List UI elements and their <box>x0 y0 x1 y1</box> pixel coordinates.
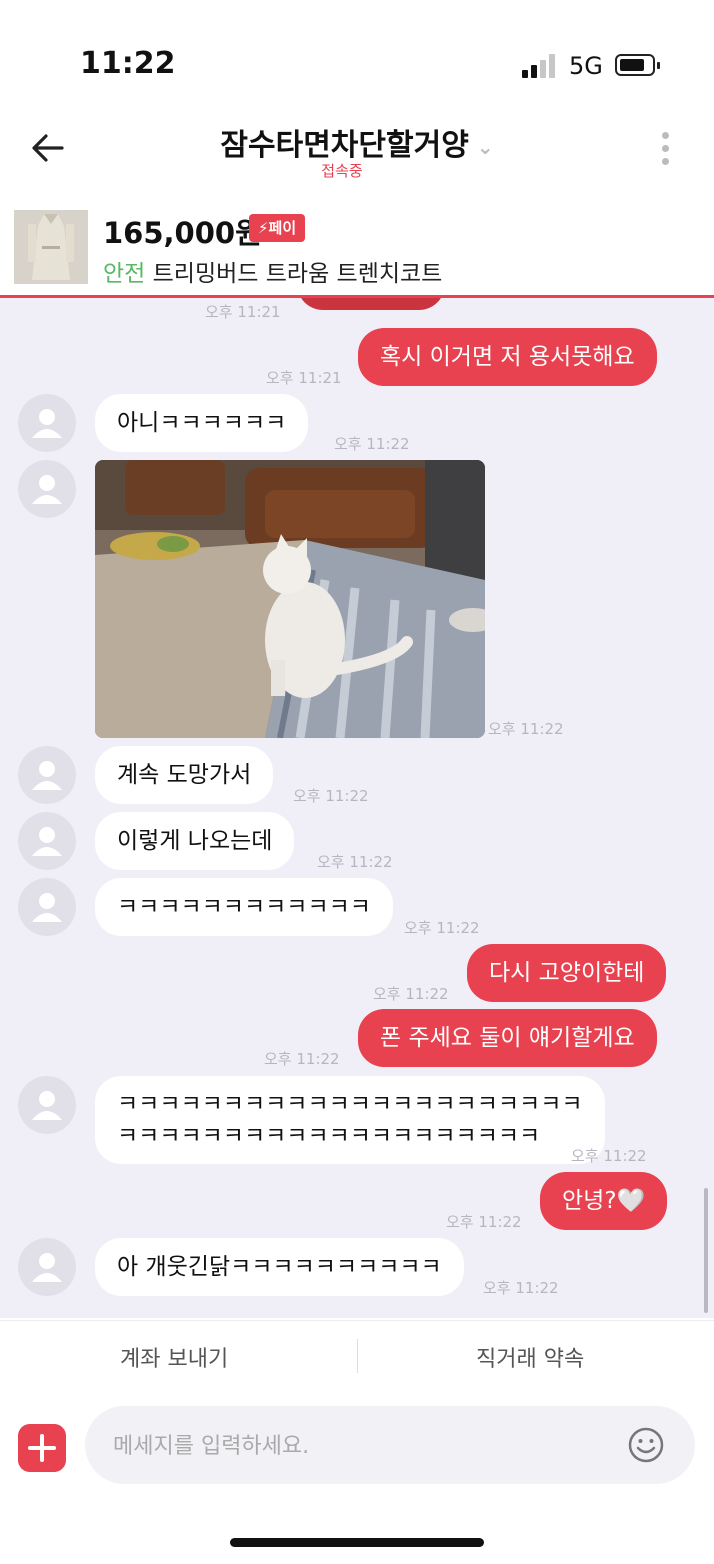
message-input-bar <box>0 1390 714 1564</box>
scrollbar[interactable] <box>704 1188 708 1313</box>
message-input[interactable] <box>111 1423 595 1469</box>
chat-area[interactable]: 오후 11:21 혹시 이거면 저 용서못해요 오후 11:21 아니ㅋㅋㅋㅋㅋ… <box>0 298 714 1318</box>
chat-title-container[interactable]: 잠수타면차단할거양 ⌄ <box>0 120 714 164</box>
message-time: 오후 11:22 <box>264 1050 340 1068</box>
message-bubble-sent: 혹시 이거면 저 용서못해요 <box>358 328 657 386</box>
status-bar: 11:22 5G <box>0 0 714 110</box>
message-time: 오후 11:22 <box>293 787 369 805</box>
battery-icon <box>615 54 660 76</box>
product-name: 트리밍버드 트라움 트렌치코트 <box>152 261 443 287</box>
message-bubble-received: 이렇게 나오는데 <box>95 812 295 870</box>
message-bubble-received: 아 개웃긴닭ㅋㅋㅋㅋㅋㅋㅋㅋㅋㅋ <box>95 1238 464 1296</box>
product-thumbnail[interactable] <box>14 210 88 284</box>
avatar-icon[interactable] <box>18 746 76 804</box>
message-time: 오후 11:22 <box>446 1213 522 1231</box>
status-time: 11:22 <box>80 46 176 81</box>
message-time: 오후 11:21 <box>205 303 281 321</box>
message-time: 오후 11:22 <box>483 1279 559 1297</box>
send-money-button[interactable]: 계좌 보내기 <box>120 1341 228 1373</box>
plus-icon[interactable] <box>18 1424 66 1472</box>
message-time: 오후 11:22 <box>334 435 410 453</box>
quick-actions-bar: 계좌 보내기 직거래 약속 <box>0 1320 714 1391</box>
message-bubble-received: ㅋㅋㅋㅋㅋㅋㅋㅋㅋㅋㅋㅋㅋㅋㅋㅋㅋㅋㅋㅋㅋㅋ ㅋㅋㅋㅋㅋㅋㅋㅋㅋㅋㅋㅋㅋㅋㅋㅋㅋ… <box>95 1076 605 1164</box>
avatar-icon[interactable] <box>18 1238 76 1296</box>
direct-deal-button[interactable]: 직거래 약속 <box>476 1341 584 1373</box>
online-status: 접속중 <box>321 162 363 180</box>
divider <box>357 1339 358 1373</box>
message-bubble-sent: 안녕?🤍 <box>540 1172 668 1230</box>
message-time: 오후 11:22 <box>404 919 480 937</box>
more-vertical-icon[interactable] <box>658 132 672 172</box>
avatar-icon[interactable] <box>18 460 76 518</box>
avatar-icon[interactable] <box>18 394 76 452</box>
cat-photo[interactable] <box>95 460 485 738</box>
message-time: 오후 11:22 <box>317 853 393 871</box>
network-label: 5G <box>569 52 603 80</box>
home-indicator <box>230 1538 484 1547</box>
chat-title: 잠수타면차단할거양 <box>220 128 469 163</box>
message-bubble-sent: 다시 고양이한테 <box>467 944 667 1002</box>
message-bubble-received: 계속 도망가서 <box>95 746 274 804</box>
signal-icon <box>522 54 560 78</box>
product-name-line: 안전 트리밍버드 트라움 트렌치코트 <box>103 254 442 288</box>
pay-badge: ⚡페이 <box>249 214 306 242</box>
message-time: 오후 11:22 <box>571 1147 647 1165</box>
message-bubble-sent: 폰 주세요 둘이 얘기할게요 <box>358 1009 657 1067</box>
chevron-down-icon[interactable]: ⌄ <box>477 135 494 159</box>
message-field-container <box>85 1406 695 1484</box>
message-bubble-received: ㅋㅋㅋㅋㅋㅋㅋㅋㅋㅋㅋㅋ <box>95 878 393 936</box>
avatar-icon[interactable] <box>18 1076 76 1134</box>
message-bubble-partial <box>297 298 445 310</box>
safe-label: 안전 <box>103 261 146 287</box>
product-card[interactable]: 165,000원 ⚡페이 안전 트리밍버드 트라움 트렌치코트 <box>0 200 714 298</box>
message-time: 오후 11:22 <box>488 720 564 738</box>
smiley-icon[interactable] <box>627 1426 665 1464</box>
message-time: 오후 11:22 <box>373 985 449 1003</box>
avatar-icon[interactable] <box>18 878 76 936</box>
message-bubble-received: 아니ㅋㅋㅋㅋㅋㅋ <box>95 394 309 452</box>
product-price: 165,000원 <box>103 216 262 250</box>
avatar-icon[interactable] <box>18 812 76 870</box>
chat-header: 잠수타면차단할거양 ⌄ 접속중 <box>0 110 714 200</box>
message-time: 오후 11:21 <box>266 369 342 387</box>
